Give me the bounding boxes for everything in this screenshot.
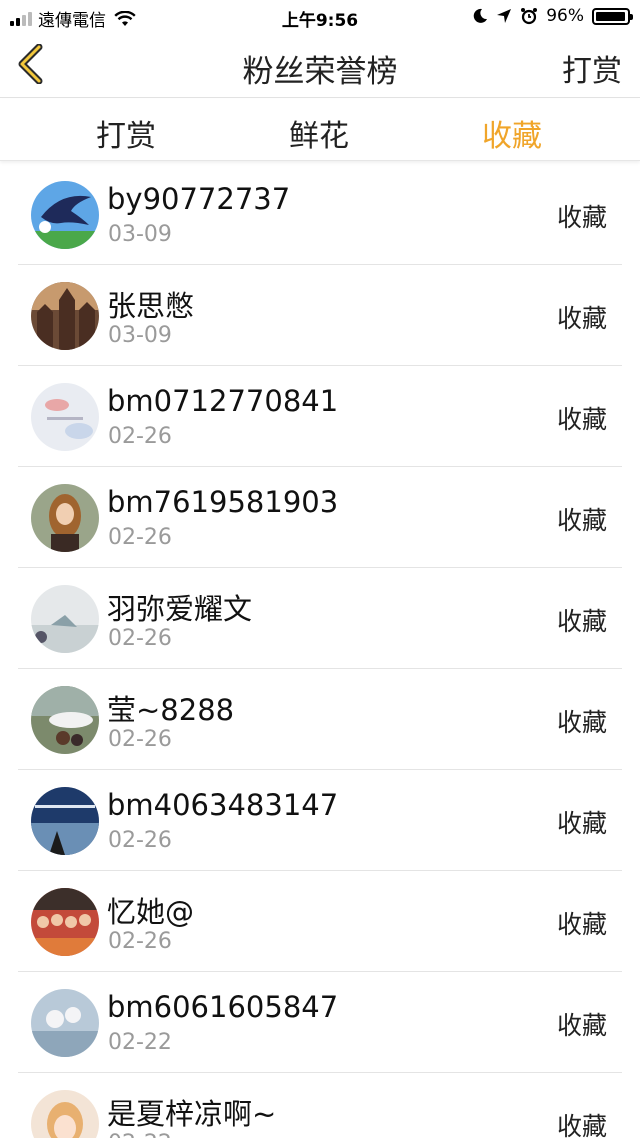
- user-name: bm0712770841: [107, 384, 339, 418]
- user-name: 羽弥爱耀文: [107, 592, 253, 626]
- user-name: by90772737: [107, 182, 291, 216]
- user-name: 张思憋: [107, 289, 195, 323]
- user-name: 莹~8288: [107, 693, 235, 727]
- item-action-label: 收藏: [556, 203, 607, 232]
- user-name: bm4063483147: [107, 788, 339, 822]
- item-date: 02-26: [108, 424, 172, 449]
- list-item[interactable]: 羽弥爱耀文 02-26 收藏: [0, 568, 640, 669]
- item-action-label: 收藏: [556, 809, 607, 838]
- tab-bar: 打赏 鲜花 收藏: [0, 99, 640, 161]
- list-item[interactable]: 忆她@ 02-26 收藏: [0, 871, 640, 972]
- avatar[interactable]: [31, 1090, 99, 1138]
- battery-icon: [592, 7, 633, 25]
- user-name: bm7619581903: [107, 485, 339, 519]
- item-date: 03-09: [108, 222, 172, 247]
- tab-reward[interactable]: 打赏: [66, 111, 186, 155]
- nav-bar: 粉丝荣誉榜 打赏: [0, 32, 640, 98]
- avatar[interactable]: [31, 282, 99, 350]
- list-item[interactable]: 是夏梓凉啊~ 02-22 收藏: [0, 1073, 640, 1138]
- list-item[interactable]: by90772737 03-09 收藏: [0, 164, 640, 265]
- item-date: 02-26: [108, 626, 172, 651]
- item-action-label: 收藏: [556, 1011, 607, 1040]
- user-name: bm6061605847: [107, 990, 339, 1024]
- list-item[interactable]: bm0712770841 02-26 收藏: [0, 366, 640, 467]
- avatar[interactable]: [31, 383, 99, 451]
- reward-button[interactable]: 打赏: [562, 46, 622, 90]
- user-name: 忆她@: [107, 895, 195, 929]
- list-item[interactable]: bm4063483147 02-26 收藏: [0, 770, 640, 871]
- item-date: 02-22: [108, 1030, 172, 1055]
- avatar[interactable]: [31, 787, 99, 855]
- item-action-label: 收藏: [556, 304, 607, 333]
- page-title: 粉丝荣誉榜: [242, 54, 398, 90]
- item-action-label: 收藏: [556, 1112, 607, 1138]
- item-date: 02-26: [108, 929, 172, 954]
- avatar[interactable]: [31, 585, 99, 653]
- battery-fill: [596, 11, 625, 21]
- item-action-label: 收藏: [556, 607, 607, 636]
- fan-list: by90772737 03-09 收藏 张思憋 03-09 收藏 bm07127…: [0, 164, 640, 1138]
- list-item[interactable]: bm7619581903 02-26 收藏: [0, 467, 640, 568]
- avatar[interactable]: [31, 888, 99, 956]
- item-date: 02-26: [108, 525, 172, 550]
- list-item[interactable]: bm6061605847 02-22 收藏: [0, 972, 640, 1073]
- status-right: 96%: [472, 6, 633, 26]
- item-action-label: 收藏: [556, 910, 607, 939]
- tab-flowers[interactable]: 鲜花: [259, 111, 379, 155]
- avatar[interactable]: [31, 181, 99, 249]
- status-bar: 遠傳電信 上午9:56 96%: [0, 0, 640, 32]
- battery-percent: 96%: [546, 6, 584, 26]
- list-item[interactable]: 张思憋 03-09 收藏: [0, 265, 640, 366]
- item-date: 02-26: [108, 828, 172, 853]
- list-item[interactable]: 莹~8288 02-26 收藏: [0, 669, 640, 770]
- avatar[interactable]: [31, 686, 99, 754]
- avatar[interactable]: [31, 989, 99, 1057]
- item-date: 02-22: [108, 1131, 172, 1138]
- item-action-label: 收藏: [556, 708, 607, 737]
- item-date: 03-09: [108, 323, 172, 348]
- moon-icon: [473, 8, 488, 23]
- item-date: 02-26: [108, 727, 172, 752]
- item-action-label: 收藏: [556, 506, 607, 535]
- user-name: 是夏梓凉啊~: [107, 1097, 277, 1131]
- avatar[interactable]: [31, 484, 99, 552]
- item-action-label: 收藏: [556, 405, 607, 434]
- tab-favorites[interactable]: 收藏: [452, 111, 572, 155]
- location-icon: [497, 9, 512, 23]
- alarm-icon: [521, 8, 538, 25]
